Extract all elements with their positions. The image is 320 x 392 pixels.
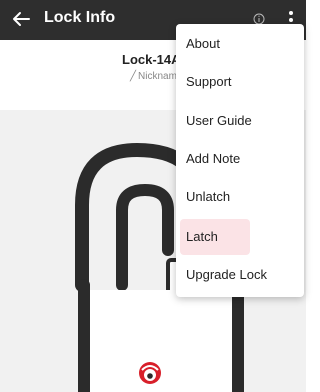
nickname-placeholder: Nicknam	[138, 71, 177, 82]
menu-item-upgrade-lock[interactable]: Upgrade Lock	[180, 257, 300, 293]
pencil-icon: ╱	[130, 71, 137, 82]
nickname-field[interactable]: ╱ Nicknam	[130, 71, 177, 82]
menu-item-support[interactable]: Support	[180, 64, 300, 100]
menu-item-about[interactable]: About	[180, 26, 300, 62]
brand-logo-icon	[139, 362, 161, 384]
menu-item-latch[interactable]: Latch	[180, 219, 250, 255]
lock-name: Lock-14A	[122, 52, 181, 67]
menu-item-user-guide[interactable]: User Guide	[180, 103, 300, 139]
menu-item-unlatch[interactable]: Unlatch	[180, 179, 300, 215]
back-arrow-icon[interactable]	[10, 8, 32, 30]
menu-item-add-note[interactable]: Add Note	[180, 141, 300, 177]
page-title: Lock Info	[44, 9, 116, 26]
overflow-menu: About Support User Guide Add Note Unlatc…	[176, 24, 304, 297]
